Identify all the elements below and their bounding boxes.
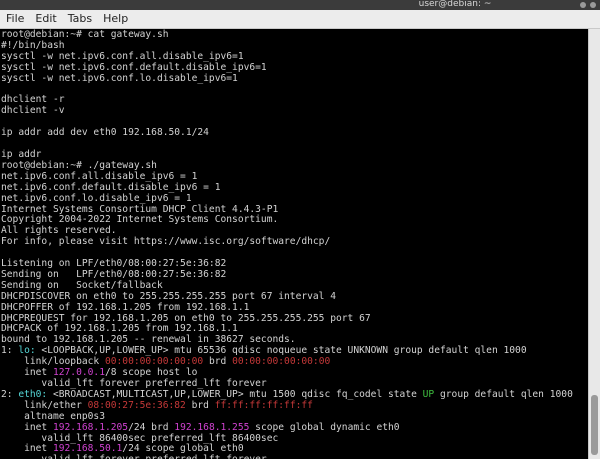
terminal-segment: sysctl -w net.ipv6.conf.all.disable_ipv6… (1, 50, 244, 62)
terminal-segment: Sending on Socket/fallback (1, 279, 163, 291)
terminal-segment: altname enp0s3 (1, 410, 105, 422)
terminal-segment: net.ipv6.conf.lo.disable_ipv6 = 1 (1, 192, 192, 204)
title-bar[interactable]: user@debian: ~ (0, 0, 600, 10)
terminal-segment: DHCPACK of 192.168.1.205 from 192.168.1.… (1, 323, 238, 335)
terminal-segment: dhclient -v (1, 105, 65, 117)
terminal-segment: root@debian:~# ./gateway.sh (1, 159, 157, 171)
minimize-icon[interactable] (580, 2, 586, 8)
terminal-segment: 1: (1, 345, 19, 357)
terminal-highlight: lo: (18, 345, 36, 357)
terminal-highlight: UP (422, 388, 435, 400)
menu-tabs[interactable]: Tabs (62, 10, 97, 28)
menu-help[interactable]: Help (97, 10, 133, 28)
terminal-highlight: 192.168.1.205 (52, 421, 129, 433)
terminal-segment: ip addr add dev eth0 192.168.50.1/24 (1, 127, 209, 139)
terminal-segment: DHCPREQUEST for 192.168.1.205 on eth0 to… (1, 312, 371, 324)
terminal-segment: 2: (1, 388, 19, 400)
terminal-line: valid_lft forever preferred_lft forever (1, 454, 589, 459)
terminal-highlight: ff:ff:ff:ff:ff:ff (214, 399, 313, 411)
terminal-segment: inet (1, 367, 53, 379)
terminal-segment: ip addr (1, 148, 42, 160)
terminal-highlight: 00:00:00:00:00:00 (232, 356, 331, 368)
terminal-segment: valid_lft forever preferred_lft forever (1, 454, 266, 459)
terminal-segment: DHCPOFFER of 192.168.1.205 from 192.168.… (1, 301, 250, 313)
terminal-segment: Internet Systems Consortium DHCP Client … (1, 203, 279, 215)
terminal-line: root@debian:~# cat gateway.sh (1, 29, 589, 41)
terminal-highlight: 127.0.0.1 (52, 367, 105, 379)
menu-bar: File Edit Tabs Help (0, 10, 600, 29)
terminal-segment: net.ipv6.conf.all.disable_ipv6 = 1 (1, 170, 198, 182)
terminal-segment: sysctl -w net.ipv6.conf.default.disable_… (1, 61, 267, 73)
close-icon[interactable] (590, 2, 596, 8)
terminal-line: dhclient -r (1, 94, 589, 106)
terminal-line: ip addr add dev eth0 192.168.50.1/24 (1, 127, 589, 139)
terminal-line: For info, please visit https://www.isc.o… (1, 236, 589, 248)
terminal-segment: inet (1, 443, 53, 455)
terminal-segment: sysctl -w net.ipv6.conf.lo.disable_ipv6=… (1, 72, 238, 84)
terminal-line: dhclient -v (1, 105, 589, 117)
terminal-highlight: 08:00:27:5e:36:82 (87, 399, 186, 411)
terminal-segment: /8 scope host lo (104, 367, 198, 379)
terminal-segment: Copyright 2004-2022 Internet Systems Con… (1, 214, 279, 226)
terminal-segment: link/ether (1, 399, 88, 411)
terminal-segment: dhclient -r (1, 94, 65, 106)
terminal-line: sysctl -w net.ipv6.conf.lo.disable_ipv6=… (1, 72, 589, 85)
terminal-segment: All rights reserved. (1, 225, 117, 237)
terminal-highlight: 192.168.50.1 (52, 443, 123, 455)
terminal-scrollbar[interactable] (588, 29, 600, 459)
terminal-segment: link/loopback (1, 356, 105, 368)
terminal-segment: <BROADCAST,MULTICAST,UP,LOWER_UP> mtu 15… (47, 388, 423, 400)
terminal-segment: net.ipv6.conf.default.disable_ipv6 = 1 (1, 181, 221, 193)
terminal-segment: group default qlen 1000 (434, 388, 573, 400)
window-title: user@debian: ~ (418, 0, 492, 9)
scrollbar-thumb[interactable] (591, 395, 598, 455)
terminal-segment: For info, please visit https://www.isc.o… (1, 236, 331, 248)
terminal-segment: brd (203, 356, 233, 368)
menu-edit[interactable]: Edit (29, 10, 61, 28)
terminal-segment: scope global dynamic eth0 (249, 421, 400, 433)
terminal-segment: <LOOPBACK,UP,LOWER_UP> mtu 65536 qdisc n… (35, 345, 527, 357)
terminal-segment: valid_lft forever preferred_lft forever (1, 378, 267, 389)
terminal-segment: #!/bin/bash (1, 39, 65, 51)
terminal-text: root@debian:~# cat gateway.sh #!/bin/bash… (0, 29, 589, 459)
terminal-highlight: 192.168.1.255 (174, 421, 250, 433)
terminal-highlight: eth0: (18, 388, 48, 400)
terminal-segment: root@debian:~# cat gateway.sh (1, 29, 169, 40)
terminal-segment: bound to 192.168.1.205 -- renewal in 386… (1, 334, 296, 346)
menu-file[interactable]: File (0, 10, 29, 28)
terminal-segment: /24 scope global eth0 (122, 443, 244, 455)
terminal-segment: DHCPDISCOVER on eth0 to 255.255.255.255 … (1, 290, 337, 302)
terminal-highlight: 00:00:00:00:00:00 (104, 356, 204, 368)
terminal-segment: /24 brd (128, 421, 175, 433)
terminal-output[interactable]: root@debian:~# cat gateway.sh #!/bin/bash… (0, 29, 589, 459)
terminal-segment: inet (1, 421, 53, 433)
terminal-segment: brd (185, 399, 215, 411)
terminal-window: user@debian: ~ File Edit Tabs Help root@deb… (0, 0, 600, 459)
terminal-segment: Sending on LPF/eth0/08:00:27:5e:36:82 (1, 268, 227, 280)
terminal-segment: valid_lft 86400sec preferred_lft 86400se… (1, 432, 279, 444)
terminal-segment: Listening on LPF/eth0/08:00:27:5e:36:82 (1, 258, 227, 270)
